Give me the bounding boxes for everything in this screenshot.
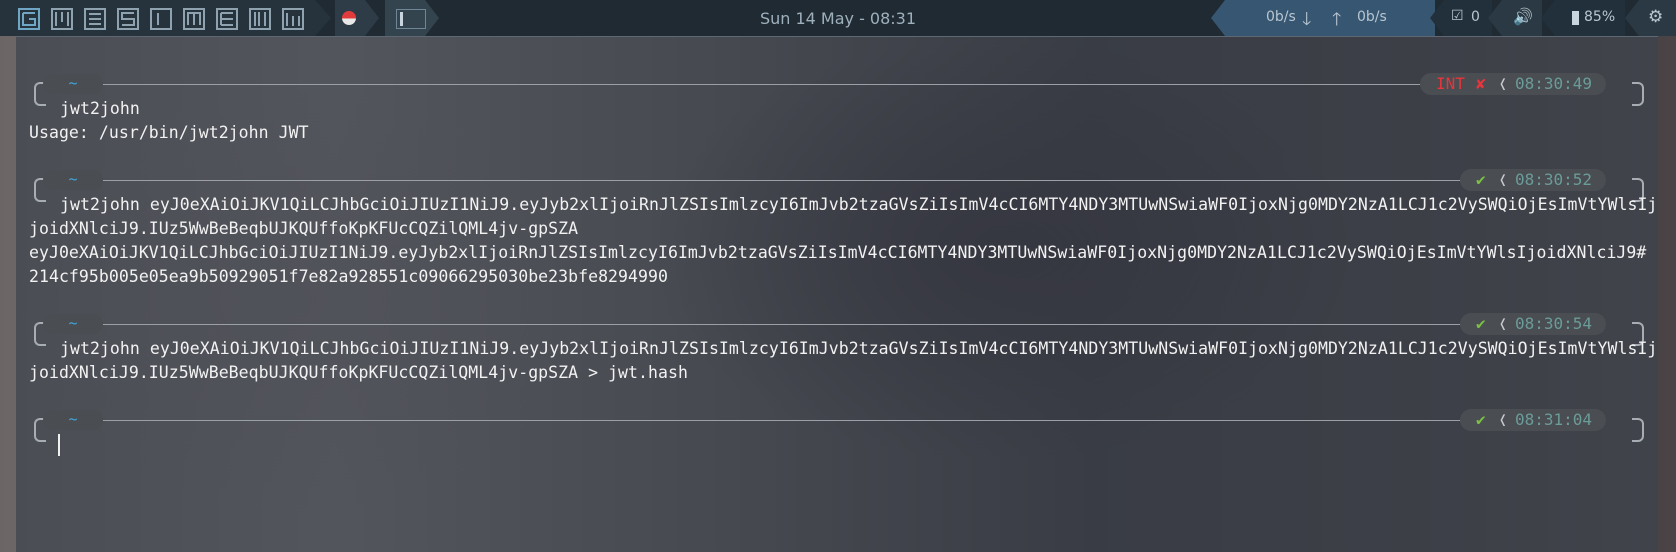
prompt-dir: ~ <box>43 170 103 190</box>
prompt-bracket-right <box>1632 82 1644 106</box>
output-line: eyJ0eXAiOiJKV1QiLCJhbGciOiJIUzI1NiJ9.eyJ… <box>29 243 1647 262</box>
download-arrow-icon: 🡓 <box>1302 9 1312 30</box>
prompt-dir: ~ <box>43 74 103 94</box>
net-up-rate: 0b/s <box>1357 9 1387 25</box>
updates-count: 0 <box>1471 9 1480 25</box>
prompt-dir: ~ <box>43 410 103 430</box>
terminal-window[interactable]: ~ INT ✘ ❬ 08:30:49 jwt2john Usage: /usr/… <box>16 36 1658 552</box>
prompt-status: ✔ ❬ 08:30:52 <box>1460 169 1606 191</box>
battery-level: 85% <box>1584 9 1616 25</box>
battery-icon[interactable] <box>1572 11 1579 25</box>
output-line: 214cf95b005e05ea9b50929051f7e82a928551c0… <box>29 267 668 286</box>
volume-icon[interactable]: 🔊 <box>1513 7 1533 26</box>
command-line: jwt2john eyJ0eXAiOiJKV1QiLCJhbGciOiJIUzI… <box>60 195 1658 214</box>
prompt-dir: ~ <box>43 314 103 334</box>
net-down-rate: 0b/s <box>1266 9 1296 25</box>
prompt-status: INT ✘ ❬ 08:30:49 <box>1420 73 1606 95</box>
text-cursor[interactable] <box>58 434 60 456</box>
output-line: Usage: /usr/bin/jwt2john JWT <box>29 123 309 142</box>
network-widget <box>1225 0 1435 36</box>
prompt-status: ✔ ❬ 08:31:04 <box>1460 409 1606 431</box>
command-line: jwt2john <box>60 99 140 118</box>
command-line: jwt2john eyJ0eXAiOiJKV1QiLCJhbGciOiJIUzI… <box>60 339 1658 358</box>
command-line: joidXNlciJ9.IUz5WwBeBeqbUJKQUffoKpKFUcCQ… <box>29 219 579 238</box>
prompt-status: ✔ ❬ 08:30:54 <box>1460 313 1606 335</box>
settings-gear-icon[interactable]: ⚙ <box>1648 7 1663 27</box>
command-line: joidXNlciJ9.IUz5WwBeBeqbUJKQUffoKpKFUcCQ… <box>29 363 688 382</box>
prompt-bracket-right <box>1632 418 1644 442</box>
upload-arrow-icon: 🡑 <box>1332 9 1342 30</box>
checkbox-icon[interactable]: ☑ <box>1451 8 1464 24</box>
top-bar: Sun 14 May - 08:31 0b/s 🡓 🡑 0b/s ☑ 0 🔊 8… <box>0 0 1676 36</box>
